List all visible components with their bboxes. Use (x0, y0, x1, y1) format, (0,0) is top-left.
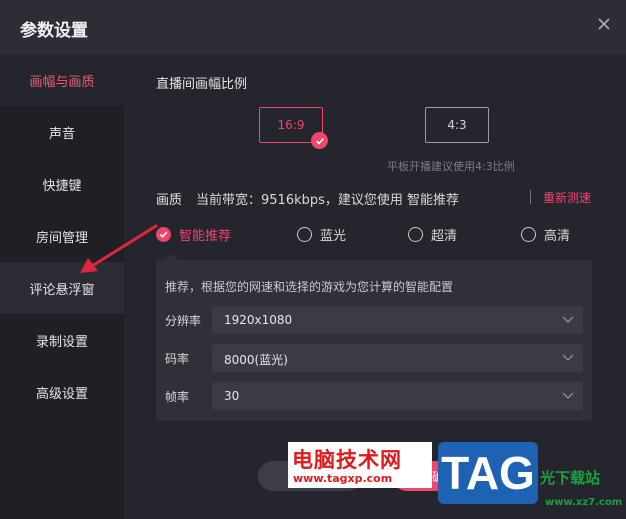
sidebar-item-recording[interactable]: 录制设置 (0, 314, 124, 366)
aspect-ratio-title: 直播间画幅比例 (156, 77, 248, 92)
panel-description: 推荐，根据您的网速和选择的游戏为您计算的智能配置 (165, 280, 454, 294)
quality-radio-ultra-label: 超清 (431, 228, 458, 244)
quality-row: 画质 当前带宽：9516kbps，建议您使用 智能推荐 重新测速 (156, 189, 596, 209)
resolution-value: 1920x1080 (224, 313, 293, 327)
title-bar: 参数设置 (0, 0, 626, 54)
framerate-select[interactable]: 30 (212, 382, 583, 410)
resolution-row: 分辨率 1920x1080 (165, 306, 583, 334)
ratio-16-9-option[interactable]: 16:9 (259, 107, 328, 149)
bandwidth-text: 当前带宽：9516kbps，建议您使用 智能推荐 (196, 193, 460, 208)
bitrate-value: 8000(蓝光) (224, 353, 288, 367)
quality-radio-smart-label: 智能推荐 (179, 228, 232, 244)
sidebar-item-frame-quality[interactable]: 画幅与画质 (0, 54, 124, 106)
sidebar-item-shortcuts[interactable]: 快捷键 (0, 158, 124, 210)
chevron-down-icon (562, 392, 574, 399)
check-icon (311, 132, 328, 149)
watermark-site-url: www.xz7.com (545, 497, 623, 508)
radio-icon (408, 226, 423, 242)
ratio-4-3-option[interactable]: 4:3 (425, 107, 489, 143)
watermark-tag-logo: TAG (438, 442, 538, 504)
close-icon[interactable] (596, 16, 612, 32)
framerate-row: 帧率 30 (165, 382, 583, 410)
chevron-down-icon (562, 354, 574, 361)
watermark-title: 电脑技术网 (292, 447, 402, 472)
quality-radio-ultra[interactable]: 超清 (408, 224, 457, 244)
framerate-label: 帧率 (165, 390, 190, 404)
quality-radio-bluray[interactable]: 蓝光 (297, 224, 346, 244)
sidebar-item-advanced[interactable]: 高级设置 (0, 366, 124, 418)
chevron-down-icon (562, 316, 574, 323)
framerate-value: 30 (224, 389, 240, 403)
sidebar-item-sound[interactable]: 声音 (0, 106, 124, 158)
sidebar-item-comment-overlay[interactable]: 评论悬浮窗 (0, 262, 124, 314)
divider (530, 190, 531, 204)
aspect-hint: 平板开播建议使用4:3比例 (387, 160, 515, 173)
watermark-url: www.tagxp.com (293, 472, 393, 485)
quality-radio-bluray-label: 蓝光 (320, 228, 347, 244)
radio-icon (521, 226, 536, 242)
bitrate-row: 码率 8000(蓝光) (165, 344, 583, 372)
sidebar-item-room-management[interactable]: 房间管理 (0, 210, 124, 262)
radio-icon (297, 226, 312, 242)
quality-radio-hd-label: 高清 (544, 228, 571, 244)
quality-label: 画质 (156, 193, 183, 208)
bitrate-select[interactable]: 8000(蓝光) (212, 344, 583, 372)
bitrate-label: 码率 (165, 352, 190, 366)
resolution-select[interactable]: 1920x1080 (212, 306, 583, 334)
watermark-site: 光下载站 (540, 469, 601, 487)
ratio-4-3-label: 4:3 (447, 118, 467, 132)
resolution-label: 分辨率 (165, 314, 202, 328)
ratio-16-9-label: 16:9 (277, 118, 305, 132)
window-title: 参数设置 (20, 21, 88, 41)
quality-radio-smart[interactable]: 智能推荐 (156, 224, 231, 244)
smart-config-panel: 推荐，根据您的网速和选择的游戏为您计算的智能配置 分辨率 1920x1080 码… (156, 253, 592, 421)
sidebar: 画幅与画质 声音 快捷键 房间管理 评论悬浮窗 录制设置 高级设置 (0, 54, 124, 519)
quality-radio-hd[interactable]: 高清 (521, 224, 570, 244)
retest-speed-link[interactable]: 重新测速 (543, 189, 591, 206)
radio-checked-icon (156, 226, 171, 242)
